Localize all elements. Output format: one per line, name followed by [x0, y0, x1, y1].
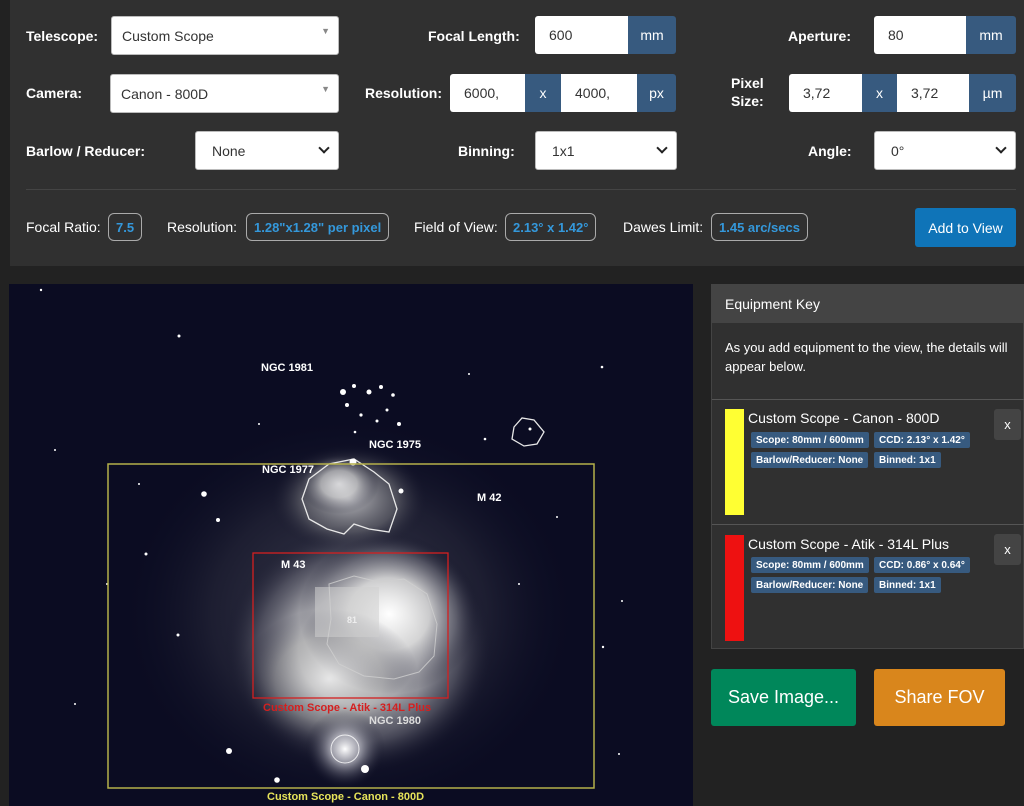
- camera-value: Canon - 800D: [121, 85, 209, 102]
- pixel-size-times: x: [862, 74, 897, 112]
- chevron-down-icon: [656, 142, 668, 154]
- pixel-width-input[interactable]: 3,72: [789, 74, 862, 112]
- resolution-times: x: [525, 74, 561, 112]
- binning-select[interactable]: 1x1: [535, 131, 677, 170]
- telescope-value: Custom Scope: [122, 27, 214, 44]
- dawes-label: Dawes Limit:: [623, 219, 704, 235]
- label-81: 81: [347, 615, 358, 625]
- resolution-stat-label: Resolution:: [167, 219, 238, 235]
- equipment-chip: Barlow/Reducer: None: [751, 577, 869, 593]
- resolution-height-input[interactable]: 4000,: [561, 74, 637, 112]
- share-fov-button[interactable]: Share FOV: [874, 669, 1005, 726]
- equipment-chip: CCD: 0.86° x 0.64°: [874, 557, 970, 573]
- chevron-down-icon: [318, 142, 330, 154]
- telescope-select[interactable]: Custom Scope ▼: [111, 16, 339, 55]
- resolution-width-input[interactable]: 6000,: [450, 74, 525, 112]
- fov-label-atik: Custom Scope - Atik - 314L Plus: [263, 702, 432, 714]
- focal-length-unit: mm: [628, 16, 676, 54]
- binning-value: 1x1: [552, 142, 575, 159]
- barlow-select[interactable]: None: [195, 131, 339, 170]
- remove-item-button[interactable]: x: [994, 409, 1021, 440]
- aperture-label: Aperture:: [788, 28, 852, 44]
- fov-label-canon: Custom Scope - Canon - 800D: [267, 791, 425, 803]
- divider: [712, 399, 1024, 400]
- pixel-size-label-line2: Size:: [731, 93, 764, 109]
- pixel-size-label-line1: Pixel: [731, 75, 764, 91]
- label-ngc1981: NGC 1981: [261, 362, 313, 374]
- nebula-image: [39, 288, 623, 806]
- camera-label: Camera:: [26, 85, 83, 101]
- dropdown-caret-icon: ▼: [321, 84, 330, 94]
- divider: [26, 189, 1016, 190]
- chevron-down-icon: [995, 142, 1007, 154]
- equipment-key-intro: As you add equipment to the view, the de…: [725, 340, 1008, 374]
- equipment-chip: Scope: 80mm / 600mm: [751, 557, 869, 573]
- add-to-view-button[interactable]: Add to View: [915, 208, 1016, 247]
- fov-label: Field of View:: [414, 219, 498, 235]
- label-ngc1980: NGC 1980: [369, 715, 421, 727]
- pixel-size-unit: µm: [969, 74, 1016, 112]
- focal-ratio-label: Focal Ratio:: [26, 219, 101, 235]
- barlow-value: None: [212, 142, 246, 159]
- save-image-button[interactable]: Save Image...: [711, 669, 856, 726]
- equipment-key-panel: Equipment Key As you add equipment to th…: [711, 284, 1024, 649]
- aperture-unit: mm: [966, 16, 1016, 54]
- telescope-label: Telescope:: [26, 28, 99, 44]
- focal-length-input[interactable]: 600: [535, 16, 628, 54]
- color-swatch: [725, 535, 744, 641]
- angle-value: 0°: [891, 142, 905, 159]
- binning-label: Binning:: [458, 143, 515, 159]
- resolution-badge: 1.28"x1.28" per pixel: [246, 213, 390, 241]
- camera-select[interactable]: Canon - 800D ▼: [110, 74, 339, 113]
- equipment-chip: CCD: 2.13° x 1.42°: [874, 432, 970, 448]
- angle-label: Angle:: [808, 143, 852, 159]
- equipment-key-title: Equipment Key: [712, 285, 1023, 323]
- equipment-chip: Scope: 80mm / 600mm: [751, 432, 869, 448]
- resolution-unit: px: [637, 74, 676, 112]
- pixel-size-label: Pixel Size:: [731, 74, 764, 110]
- equipment-chip: Binned: 1x1: [874, 452, 941, 468]
- aperture-input[interactable]: 80: [874, 16, 966, 54]
- equipment-chip: Binned: 1x1: [874, 577, 941, 593]
- label-m43: M 43: [281, 559, 306, 571]
- resolution-label: Resolution:: [365, 85, 442, 101]
- color-swatch: [725, 409, 744, 515]
- angle-select[interactable]: 0°: [874, 131, 1016, 170]
- label-ngc1977: NGC 1977: [262, 464, 314, 476]
- equipment-item-title: Custom Scope - Canon - 800D: [748, 410, 940, 426]
- dawes-badge: 1.45 arc/secs: [711, 213, 808, 241]
- sky-image[interactable]: NGC 1981 NGC 1975 NGC 1977 M 42 M 43 81 …: [9, 284, 693, 806]
- equipment-item-title: Custom Scope - Atik - 314L Plus: [748, 536, 950, 552]
- focal-ratio-badge: 7.5: [108, 213, 143, 241]
- dropdown-caret-icon: ▼: [321, 26, 330, 36]
- focal-length-label: Focal Length:: [428, 28, 520, 44]
- divider: [712, 524, 1024, 525]
- label-m42: M 42: [477, 492, 502, 504]
- fov-badge: 2.13° x 1.42°: [505, 213, 597, 241]
- remove-item-button[interactable]: x: [994, 534, 1021, 565]
- label-ngc1975: NGC 1975: [369, 439, 421, 451]
- equipment-chip: Barlow/Reducer: None: [751, 452, 869, 468]
- barlow-label: Barlow / Reducer:: [26, 143, 146, 159]
- pixel-height-input[interactable]: 3,72: [897, 74, 969, 112]
